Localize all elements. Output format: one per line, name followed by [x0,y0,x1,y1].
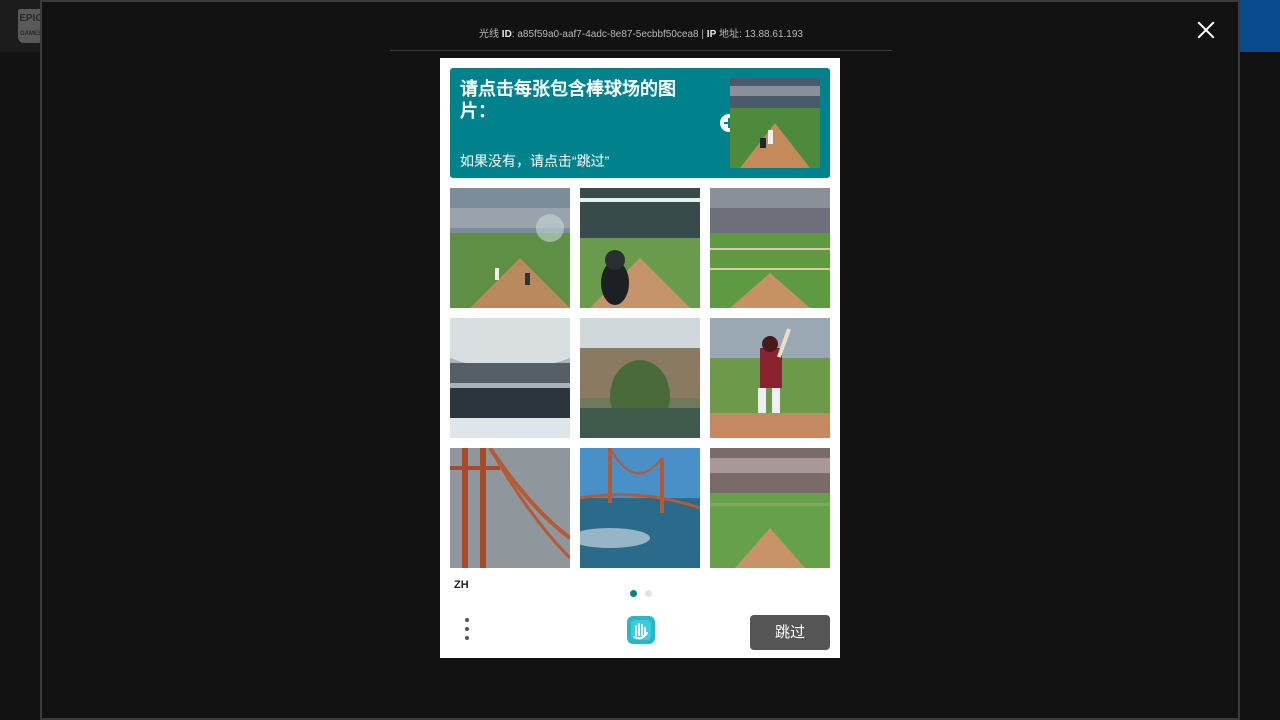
background-blue-button [1238,0,1280,52]
hcaptcha-challenge: 请点击每张包含棒球场的图片： 如果没有，请点击“跳过” ZH 跳过 [440,58,840,658]
menu-icon[interactable] [462,618,472,644]
grid-tile-7[interactable] [450,448,570,568]
ray-id-line: 光线 ID: a85f59a0-aaf7-4adc-8e87-5ecbbf50c… [479,29,803,40]
ray-id-prefix: 光线 [479,29,500,40]
prompt-subtitle: 如果没有，请点击“跳过” [460,153,610,169]
grid-tile-8[interactable] [580,448,700,568]
grid-tile-4[interactable] [450,318,570,438]
grid-tile-2[interactable] [580,188,700,308]
prompt-title: 请点击每张包含棒球场的图片： [460,79,676,121]
page-indicator [630,584,656,602]
grid-tile-9[interactable] [710,448,830,568]
grid-tile-6[interactable] [710,318,830,438]
captcha-modal: 光线 ID: a85f59a0-aaf7-4adc-8e87-5ecbbf50c… [40,0,1240,720]
skip-button[interactable]: 跳过 [750,615,830,650]
grid-tile-3[interactable] [710,188,830,308]
ip-suffix: 地址 [719,29,740,40]
ray-id-value: a85f59a0-aaf7-4adc-8e87-5ecbbf50cea8 [517,29,699,40]
ray-separator: | [701,29,705,40]
hcaptcha-logo-icon [627,616,655,644]
language-selector[interactable]: ZH [454,579,469,591]
page-dot-1 [630,590,637,597]
image-grid [450,188,830,568]
ip-label: IP [706,29,717,40]
grid-tile-1[interactable] [450,188,570,308]
close-icon[interactable] [1196,20,1216,40]
example-image [730,78,820,168]
divider [390,50,892,51]
grid-tile-5[interactable] [580,318,700,438]
ray-id-label: ID [501,29,512,40]
challenge-prompt: 请点击每张包含棒球场的图片： 如果没有，请点击“跳过” [450,68,830,178]
ip-value: 13.88.61.193 [744,29,803,40]
page-dot-2 [645,590,653,597]
